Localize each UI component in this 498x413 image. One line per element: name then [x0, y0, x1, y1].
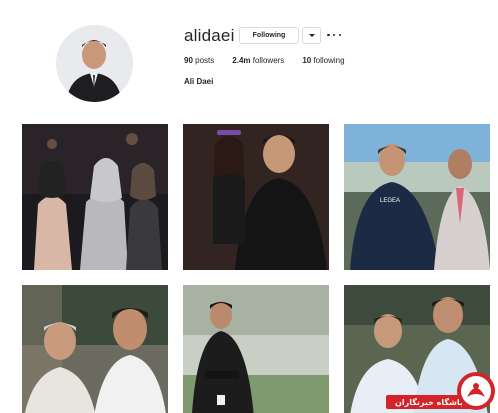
profile-stats: 90 posts 2.4m followers 10 following: [184, 56, 363, 65]
profile-username: alidaei: [184, 26, 235, 45]
following-stat[interactable]: 10 following: [302, 56, 344, 65]
more-options-icon[interactable]: [327, 28, 341, 42]
post-thumbnail[interactable]: [183, 124, 329, 270]
post-thumbnail[interactable]: [22, 285, 168, 413]
following-label: following: [313, 56, 345, 65]
post-thumbnail[interactable]: [22, 124, 168, 270]
posts-stat[interactable]: 90 posts: [184, 56, 214, 65]
post-thumbnail[interactable]: LEGEA: [344, 124, 490, 270]
followers-count: 2.4m: [232, 56, 251, 65]
chevron-down-icon: [308, 34, 315, 37]
following-count: 10: [302, 56, 312, 65]
posts-count: 90: [184, 56, 193, 65]
profile-avatar[interactable]: [56, 25, 133, 102]
followers-label: followers: [252, 56, 285, 65]
followers-stat[interactable]: 2.4m followers: [232, 56, 284, 65]
following-button[interactable]: Following: [239, 27, 299, 44]
follow-options-button[interactable]: [302, 27, 321, 44]
posts-label: posts: [195, 56, 215, 65]
profile-full-name: Ali Daei: [184, 77, 214, 86]
svg-text:LEGEA: LEGEA: [380, 198, 400, 204]
post-thumbnail[interactable]: [183, 285, 329, 413]
post-thumbnail[interactable]: [344, 285, 490, 413]
